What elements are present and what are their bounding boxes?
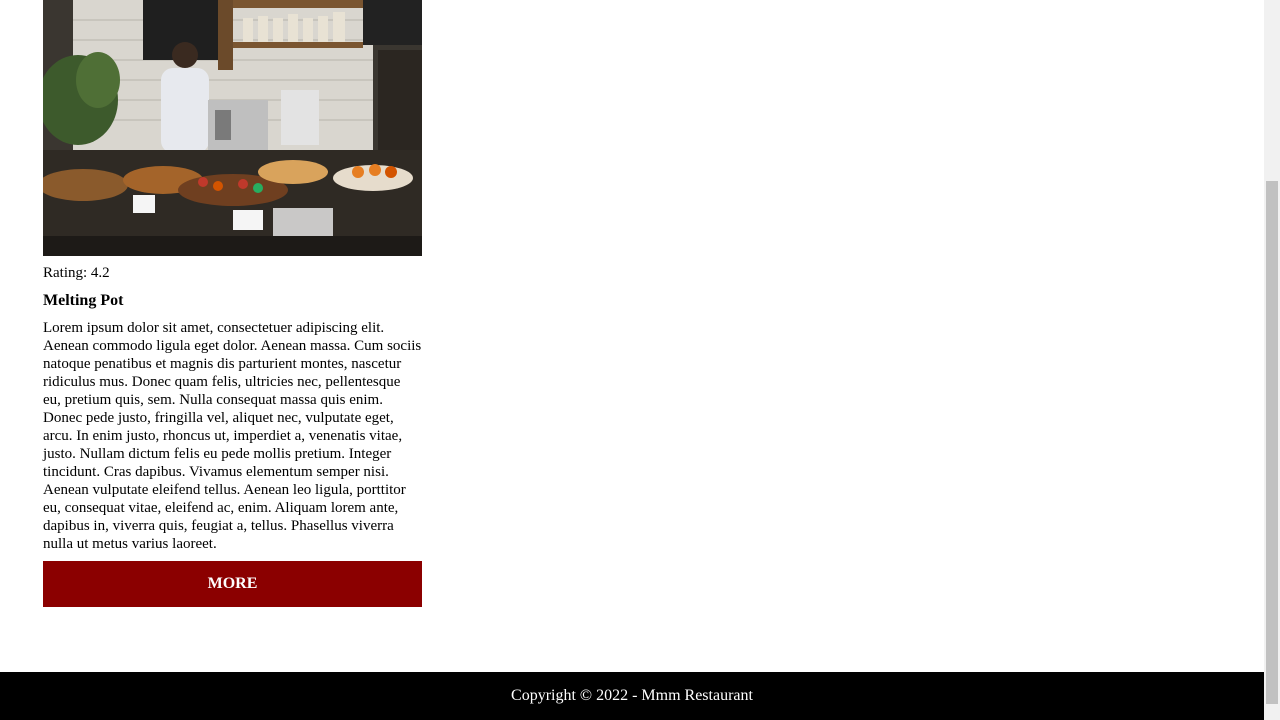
restaurant-description: Lorem ipsum dolor sit amet, consectetuer… xyxy=(43,320,422,552)
page: Rating: 4.2 Melting Pot Lorem ipsum dolo… xyxy=(0,0,1264,720)
restaurant-photo xyxy=(43,0,422,256)
more-button[interactable]: MORE xyxy=(43,561,422,607)
footer: Copyright © 2022 - Mmm Restaurant xyxy=(0,672,1264,720)
scrollbar-thumb[interactable] xyxy=(1266,181,1278,704)
restaurant-card: Rating: 4.2 Melting Pot Lorem ipsum dolo… xyxy=(43,0,422,607)
rating-text: Rating: 4.2 xyxy=(43,265,110,281)
restaurant-title: Melting Pot xyxy=(43,292,124,309)
vertical-scrollbar[interactable] xyxy=(1264,0,1280,720)
copyright-text: Copyright © 2022 - Mmm Restaurant xyxy=(511,687,753,704)
